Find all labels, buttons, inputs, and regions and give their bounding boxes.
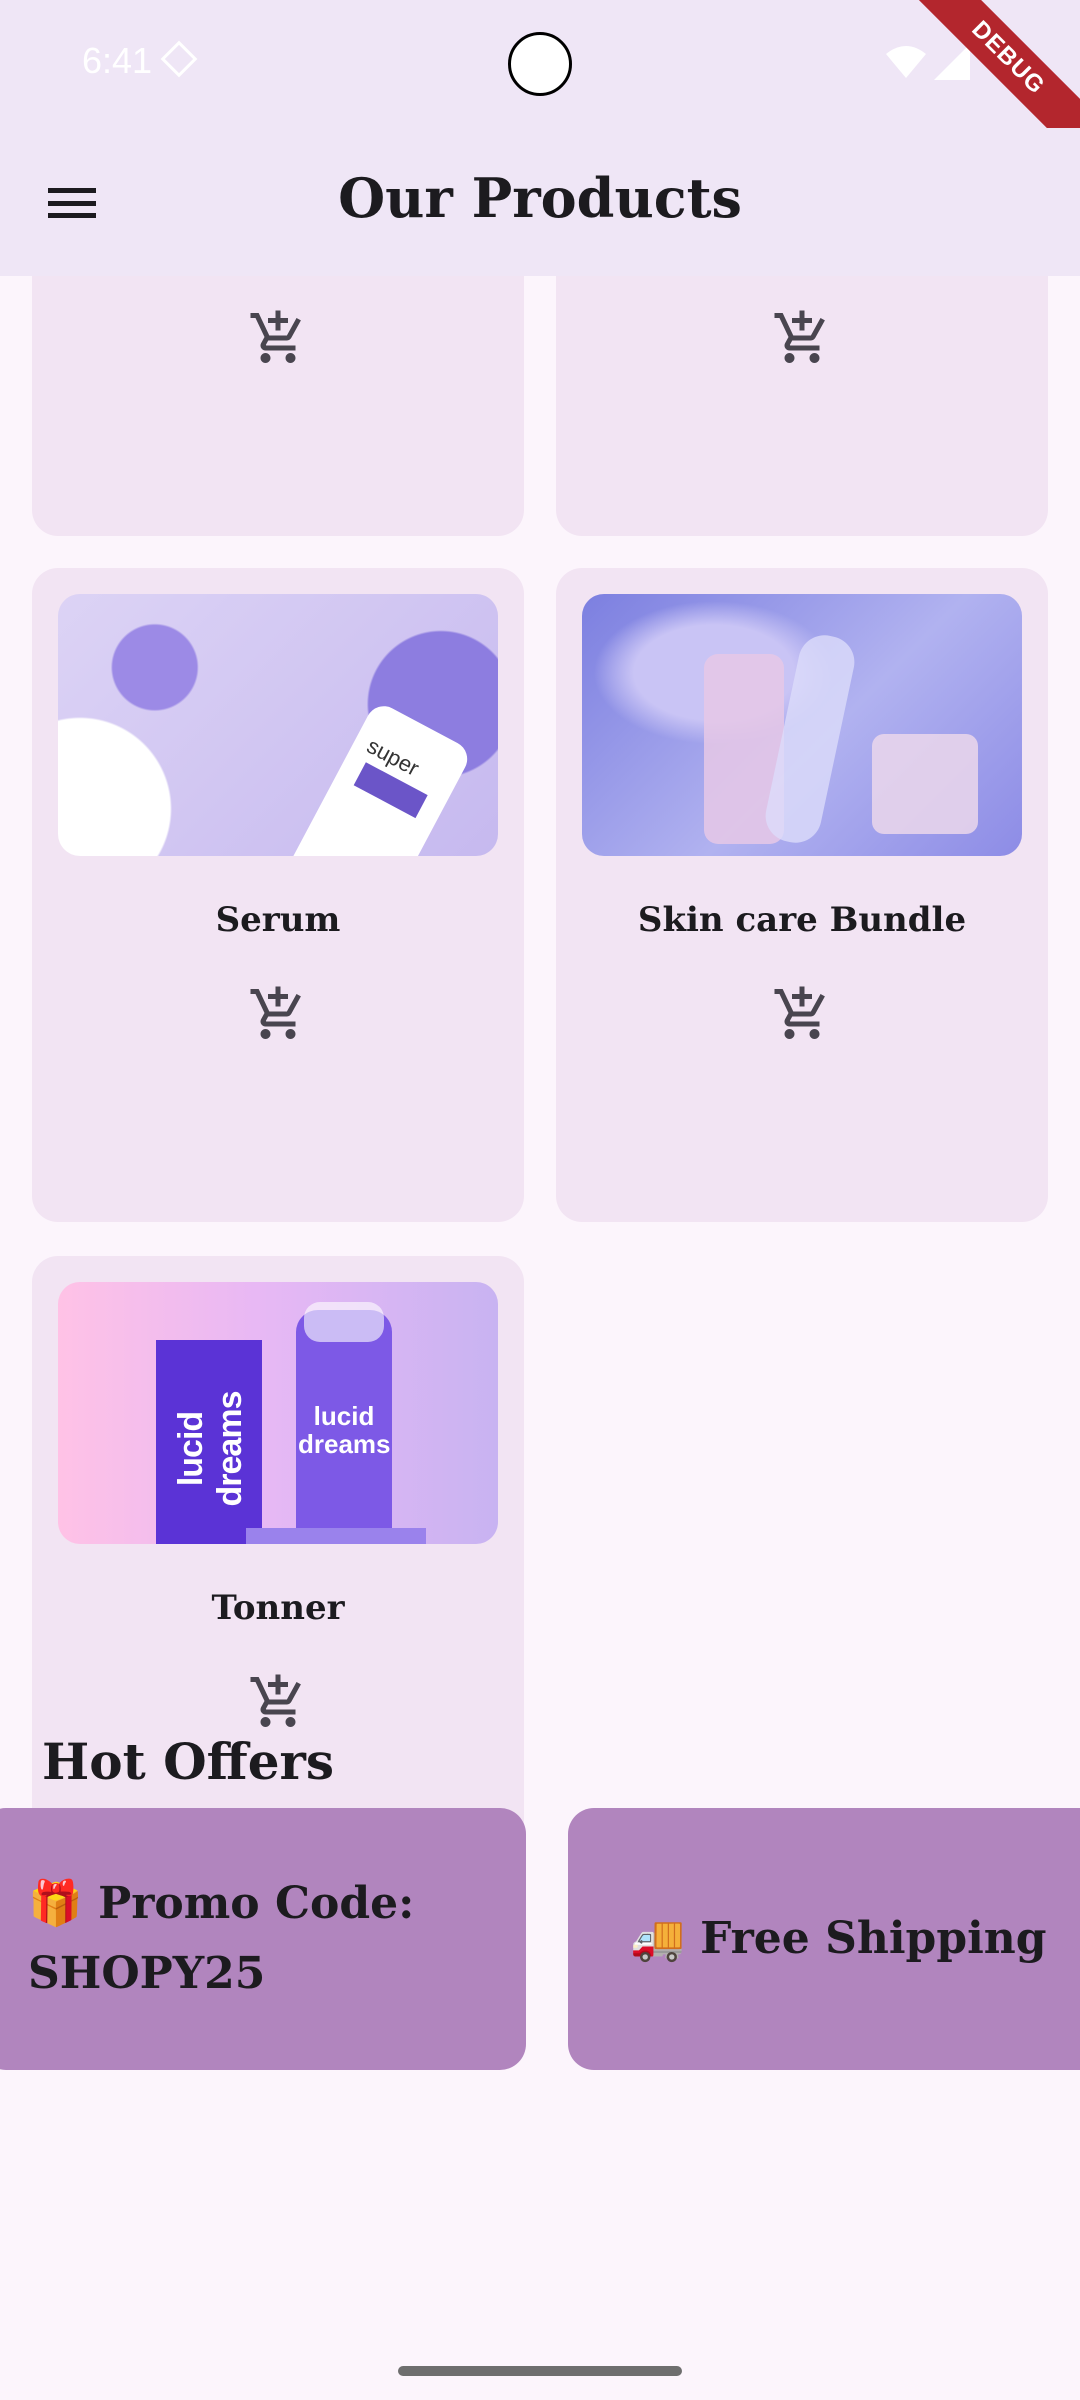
page-title: Our Products	[338, 166, 742, 230]
product-card-serum[interactable]: super Serum	[32, 568, 524, 1222]
gift-icon: 🎁	[28, 1878, 83, 1929]
product-card[interactable]	[556, 276, 1048, 536]
product-image-tonner: lucid dreams lucid dreams	[58, 1282, 498, 1544]
add-to-cart-icon[interactable]	[772, 984, 832, 1044]
add-to-cart-icon[interactable]	[248, 1672, 308, 1732]
product-list[interactable]: super Serum Skin care Bundle lucid dream…	[0, 276, 1080, 2400]
developer-icon	[160, 40, 198, 78]
hot-offers-title: Hot Offers	[42, 1732, 334, 1791]
product-card-skin-care-bundle[interactable]: Skin care Bundle	[556, 568, 1048, 1222]
wifi-icon	[886, 46, 926, 78]
product-name: Skin care Bundle	[637, 900, 967, 940]
product-image-skin-care-bundle	[582, 594, 1022, 856]
delivery-truck-icon: 🚚	[630, 1913, 685, 1964]
status-time: 6:41	[82, 40, 153, 81]
camera-cutout	[508, 32, 572, 96]
product-card[interactable]	[32, 276, 524, 536]
offer-card-shipping[interactable]: 🚚 Free Shipping	[568, 1808, 1080, 2070]
add-to-cart-icon[interactable]	[772, 308, 832, 368]
offer-text: Promo Code: SHOPY25	[28, 1878, 415, 1999]
home-indicator[interactable]	[398, 2366, 682, 2376]
app-bar: Our Products	[0, 128, 1080, 276]
serum-bottle-graphic: super	[282, 699, 474, 856]
signal-icon	[934, 44, 970, 80]
status-bar: 6:41	[0, 0, 1080, 128]
product-name: Serum	[215, 900, 341, 940]
offer-text: Free Shipping	[700, 1913, 1047, 1964]
offer-card-promo[interactable]: 🎁 Promo Code: SHOPY25	[0, 1808, 526, 2070]
add-to-cart-icon[interactable]	[248, 308, 308, 368]
add-to-cart-icon[interactable]	[248, 984, 308, 1044]
product-image-serum: super	[58, 594, 498, 856]
product-name: Tonner	[211, 1588, 345, 1628]
